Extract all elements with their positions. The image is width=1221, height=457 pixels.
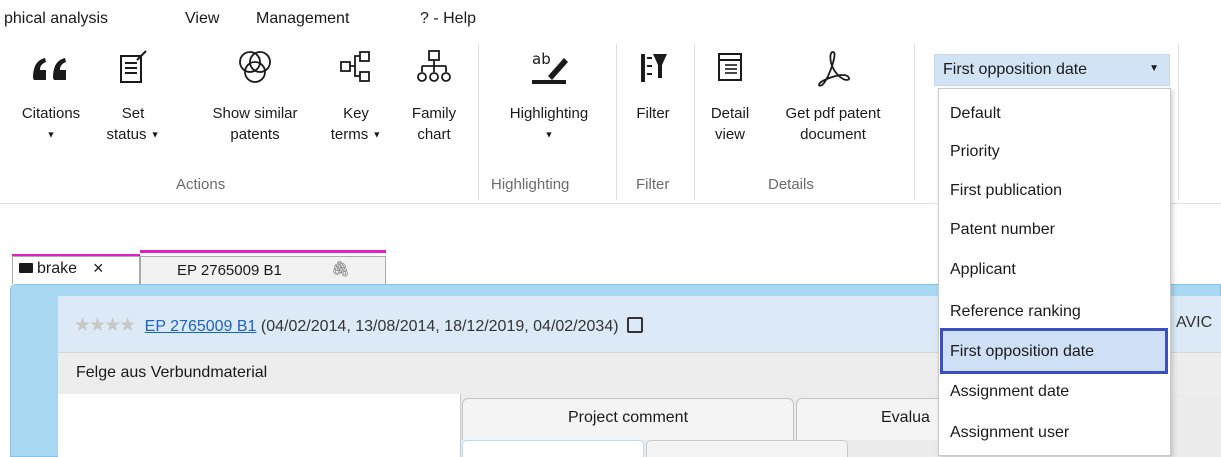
svg-text:ab: ab <box>532 50 551 68</box>
option-applicant[interactable]: Applicant <box>950 255 1016 285</box>
get-pdf-label-1: Get pdf patent <box>785 105 881 122</box>
group-separator <box>1178 44 1179 200</box>
rating-star-icon[interactable]: ★ <box>74 315 91 336</box>
option-first-publication[interactable]: First publication <box>950 176 1062 206</box>
family-chart-label-2: chart <box>417 126 451 143</box>
filter-icon <box>622 46 684 90</box>
rating-star-icon[interactable]: ★ <box>104 315 121 336</box>
rating-star-icon[interactable]: ★ <box>119 315 136 336</box>
highlighting-button[interactable]: ab Highlighting ▼ <box>488 40 610 170</box>
patent-dates: (04/02/2014, 13/08/2014, 18/12/2019, 04/… <box>260 318 619 335</box>
group-label-actions: Actions <box>176 176 226 193</box>
patent-number-link[interactable]: EP 2765009 B1 <box>145 318 257 335</box>
key-terms-button[interactable]: Key terms ▼ <box>326 40 386 170</box>
citations-label: Citations <box>21 105 81 122</box>
hierarchy-icon <box>402 46 466 90</box>
paperclip-icon: 🖇 <box>331 261 351 278</box>
sort-order-selected: First opposition date <box>943 61 1088 78</box>
option-reference-ranking[interactable]: Reference ranking <box>950 297 1081 327</box>
tab-project-comment[interactable]: Project comment <box>462 398 794 440</box>
tab-brake[interactable]: brake × <box>12 256 140 284</box>
close-icon[interactable]: × <box>93 258 104 279</box>
menu-help[interactable]: ? - Help <box>420 10 476 28</box>
highlighting-label: Highlighting <box>509 105 589 122</box>
show-similar-label-1: Show similar <box>212 105 298 122</box>
flow-icon <box>326 46 386 90</box>
get-pdf-button[interactable]: Get pdf patent document <box>762 40 904 170</box>
group-separator <box>616 44 617 200</box>
group-label-highlighting: Highlighting <box>491 176 570 193</box>
rating-star-icon[interactable]: ★ <box>89 315 106 336</box>
set-status-label-1: Set <box>121 105 145 122</box>
tab-project-comment-label: Project comment <box>567 409 689 426</box>
sort-order-dropdown[interactable]: First opposition date ▼ <box>934 54 1170 86</box>
group-label-details: Details <box>768 176 814 193</box>
patent-title: Felge aus Verbundmaterial <box>76 364 268 381</box>
get-pdf-label-2: document <box>800 126 866 143</box>
group-separator <box>914 44 915 200</box>
venn-icon <box>190 46 320 90</box>
citations-button[interactable]: Citations ▼ <box>14 40 88 170</box>
detail-view-label-2: view <box>714 126 745 143</box>
key-terms-label-2: terms <box>330 126 369 143</box>
chevron-down-icon: ▼ <box>544 129 554 140</box>
option-default[interactable]: Default <box>950 99 1001 129</box>
group-separator <box>478 44 479 200</box>
tab-brake-label: brake <box>37 260 78 277</box>
set-status-label-2: status <box>106 126 147 143</box>
document-check-icon[interactable] <box>627 317 643 333</box>
menu-management[interactable]: Management <box>256 10 349 28</box>
filter-label: Filter <box>636 105 670 122</box>
highlighter-icon: ab <box>488 46 610 90</box>
option-priority[interactable]: Priority <box>950 137 1000 167</box>
show-similar-label-2: patents <box>230 126 280 143</box>
inner-tab[interactable] <box>646 440 848 457</box>
family-chart-button[interactable]: Family chart <box>402 40 466 170</box>
tab-ep-2765009-b1[interactable]: EP 2765009 B1 🖇 <box>140 256 386 284</box>
group-separator <box>694 44 695 200</box>
tab-patent-label: EP 2765009 B1 <box>177 262 282 279</box>
option-assignment-user[interactable]: Assignment user <box>950 418 1069 448</box>
family-chart-label-1: Family <box>411 105 457 122</box>
option-patent-number[interactable]: Patent number <box>950 215 1055 245</box>
chevron-down-icon: ▼ <box>46 129 56 140</box>
menu-bar: phical analysis View Management ? - Help <box>0 0 1221 40</box>
set-status-button[interactable]: Set status ▼ <box>100 40 166 170</box>
option-assignment-date[interactable]: Assignment date <box>950 377 1069 407</box>
chevron-down-icon: ▼ <box>150 129 160 140</box>
pdf-icon <box>762 46 904 90</box>
inner-tab-active[interactable] <box>462 440 644 457</box>
chevron-down-icon: ▼ <box>1149 63 1159 74</box>
detail-view-button[interactable]: Detail view <box>700 40 760 170</box>
option-first-opposition-date[interactable]: First opposition date <box>950 337 1094 367</box>
folder-icon <box>19 263 33 273</box>
detail-view-label-1: Detail <box>710 105 750 122</box>
menu-view[interactable]: View <box>185 10 219 28</box>
chevron-down-icon: ▼ <box>372 129 382 140</box>
edit-document-icon <box>100 46 166 90</box>
filter-button[interactable]: Filter <box>622 40 684 170</box>
patent-summary-line: ★★★★ EP 2765009 B1 (04/02/2014, 13/08/20… <box>74 314 643 337</box>
applicant-truncated: AVIC <box>1176 314 1213 331</box>
quote-icon <box>14 46 88 90</box>
show-similar-patents-button[interactable]: Show similar patents <box>190 40 320 170</box>
group-label-filter: Filter <box>636 176 670 193</box>
detail-view-icon <box>700 46 760 90</box>
menu-graphical-analysis[interactable]: phical analysis <box>4 10 108 28</box>
key-terms-label-1: Key <box>343 105 369 122</box>
tab-accent-line <box>140 250 386 253</box>
